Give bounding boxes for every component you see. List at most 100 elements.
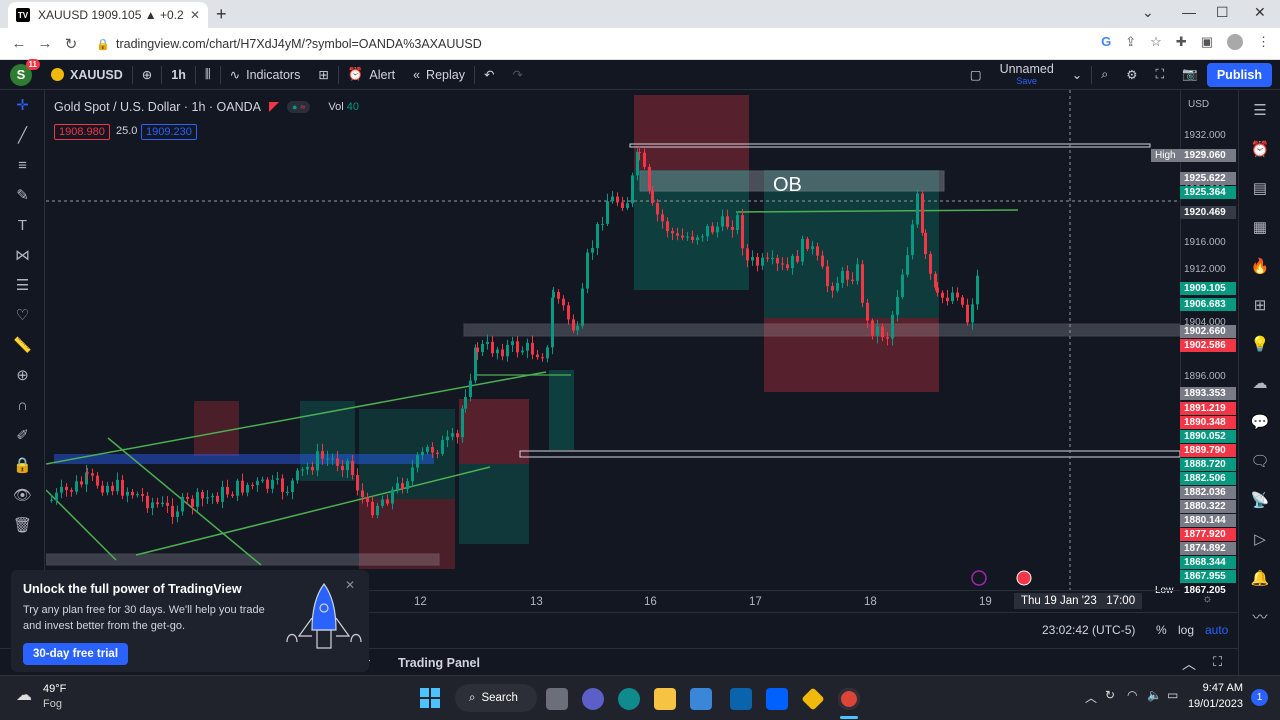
- browser-tab[interactable]: TV XAUUSD 1909.105 ▲ +0.24% Un ✕: [8, 2, 208, 28]
- maximize-icon[interactable]: ☐: [1216, 4, 1229, 21]
- weather-cloud-icon[interactable]: ☁: [16, 685, 32, 705]
- calendar-icon[interactable]: ▦: [1239, 207, 1280, 246]
- close-tab-icon[interactable]: ✕: [190, 8, 200, 22]
- trash-icon[interactable]: 🗑: [0, 510, 45, 540]
- dropbox-icon[interactable]: [766, 688, 788, 710]
- ruler-icon[interactable]: 📏: [0, 330, 45, 360]
- fullscreen-button[interactable]: ⛶: [1147, 60, 1174, 90]
- level-box[interactable]: [46, 553, 440, 566]
- wifi-icon[interactable]: ◠: [1127, 688, 1137, 702]
- currency-selector[interactable]: USD: [1188, 99, 1209, 110]
- signal-icon[interactable]: 📡: [1239, 480, 1280, 519]
- chrome-icon[interactable]: [838, 688, 860, 710]
- help-icon[interactable]: 〰: [1239, 597, 1280, 636]
- zoom-in-icon[interactable]: ⊕: [0, 360, 45, 390]
- back-icon[interactable]: ←: [6, 35, 32, 52]
- chat-icon[interactable]: [582, 688, 604, 710]
- brush-icon[interactable]: ✎: [0, 180, 45, 210]
- interval-button[interactable]: 1h: [162, 60, 195, 90]
- status-toggle[interactable]: ● ≈: [287, 101, 311, 113]
- chart-type-button[interactable]: ⫼: [196, 60, 220, 90]
- forward-icon[interactable]: →: [32, 35, 58, 52]
- log-scale-button[interactable]: log: [1178, 623, 1194, 637]
- axis-settings-icon[interactable]: ☼: [1202, 593, 1213, 605]
- heart-icon[interactable]: ♡: [0, 300, 45, 330]
- layout-menu-button[interactable]: ⌄: [1063, 60, 1091, 90]
- snapshot-button[interactable]: 📷: [1173, 60, 1207, 90]
- sync-icon[interactable]: ↻: [1105, 688, 1115, 702]
- layout-name-button[interactable]: Unnamed Save: [991, 60, 1063, 90]
- volume-legend[interactable]: Vol 40: [328, 101, 359, 113]
- data-window-icon[interactable]: ▤: [1239, 168, 1280, 207]
- watchlist-icon[interactable]: ☰: [1239, 90, 1280, 129]
- new-tab-icon[interactable]: +: [216, 4, 227, 25]
- profile-avatar[interactable]: [1227, 34, 1243, 50]
- notifications-bell-icon[interactable]: 🔔: [1239, 558, 1280, 597]
- share-icon[interactable]: ⇪: [1125, 34, 1136, 50]
- ask-price[interactable]: 1909.230: [141, 124, 197, 140]
- chevron-down-icon[interactable]: ⌄: [1142, 4, 1154, 21]
- hotlist-icon[interactable]: 🔥: [1239, 246, 1280, 285]
- trend-line-icon[interactable]: ╱: [0, 120, 45, 150]
- browser-menu-icon[interactable]: ⋮: [1257, 34, 1270, 50]
- symbol-title[interactable]: Gold Spot / U.S. Dollar · 1h · OANDA: [54, 100, 261, 114]
- binance-icon[interactable]: [801, 687, 825, 711]
- address-bar[interactable]: 🔒 tradingview.com/chart/H7XdJ4yM/?symbol…: [96, 32, 1086, 56]
- alert-button[interactable]: ⏰ Alert: [339, 60, 404, 90]
- pattern-icon[interactable]: ⋈: [0, 240, 45, 270]
- chevron-up-icon[interactable]: ︿: [1182, 654, 1196, 674]
- weather-temp[interactable]: 49°F: [43, 683, 66, 695]
- tray-chevron-icon[interactable]: ︿: [1085, 689, 1097, 706]
- mail-icon[interactable]: [730, 688, 752, 710]
- layout-toggle-button[interactable]: ▢: [961, 60, 991, 90]
- redo-button[interactable]: ↷: [503, 60, 531, 90]
- google-icon[interactable]: G: [1101, 34, 1111, 50]
- taskbar-search[interactable]: ⌕ Search: [455, 684, 537, 712]
- close-window-icon[interactable]: ✕: [1254, 4, 1266, 21]
- prediction-icon[interactable]: ☰: [0, 270, 45, 300]
- free-trial-button[interactable]: 30-day free trial: [23, 643, 129, 665]
- crosshair-icon[interactable]: ✛: [0, 90, 45, 120]
- edge-icon[interactable]: [618, 688, 640, 710]
- file-explorer-icon[interactable]: [654, 688, 676, 710]
- side-panel-icon[interactable]: ▣: [1201, 34, 1213, 50]
- event-lightning-icon[interactable]: [971, 570, 987, 586]
- screener-icon[interactable]: ⊞: [1239, 285, 1280, 324]
- streams-icon[interactable]: ☁: [1239, 363, 1280, 402]
- maximize-panel-icon[interactable]: ⛶: [1213, 654, 1222, 670]
- publish-button[interactable]: Publish: [1206, 62, 1272, 87]
- battery-icon[interactable]: ▭: [1167, 688, 1178, 702]
- replay-button[interactable]: « Replay: [404, 60, 474, 90]
- event-flag-icon[interactable]: [1016, 570, 1032, 586]
- extensions-icon[interactable]: ✚: [1176, 34, 1187, 50]
- volume-icon[interactable]: 🔈: [1147, 688, 1162, 702]
- compare-symbol-button[interactable]: ⊕: [133, 60, 161, 90]
- price-chart[interactable]: [46, 90, 1180, 590]
- store-icon[interactable]: [690, 688, 712, 710]
- search-button[interactable]: ⌕: [1092, 60, 1117, 90]
- level-box[interactable]: [519, 450, 1180, 458]
- symbol-search-button[interactable]: XAUUSD: [42, 60, 132, 90]
- magnet-icon[interactable]: ∩: [0, 390, 45, 420]
- clock[interactable]: 23:02:42 (UTC-5): [1042, 623, 1135, 637]
- user-avatar[interactable]: S 11: [10, 58, 40, 86]
- notification-center-icon[interactable]: 1: [1251, 689, 1268, 706]
- percent-scale-button[interactable]: %: [1156, 623, 1167, 637]
- bid-price[interactable]: 1908.980: [54, 124, 110, 140]
- trading-panel-tab[interactable]: Trading Panel: [398, 656, 480, 670]
- bookmark-star-icon[interactable]: ☆: [1150, 34, 1162, 50]
- play-icon[interactable]: ▷: [1239, 519, 1280, 558]
- task-view-icon[interactable]: [546, 688, 568, 710]
- messages-icon[interactable]: 🗨: [1239, 441, 1280, 480]
- start-icon[interactable]: [420, 688, 440, 708]
- undo-button[interactable]: ↶: [475, 60, 503, 90]
- lock-drawing-icon[interactable]: ✐: [0, 420, 45, 450]
- auto-scale-button[interactable]: auto: [1205, 623, 1228, 637]
- ideas-icon[interactable]: 💡: [1239, 324, 1280, 363]
- eye-icon[interactable]: 👁: [0, 480, 45, 510]
- templates-button[interactable]: ⊞: [309, 60, 337, 90]
- support-zone-box[interactable]: [463, 323, 1180, 337]
- clock-time[interactable]: 9:47 AM: [1191, 682, 1243, 694]
- settings-button[interactable]: ⚙: [1117, 60, 1146, 90]
- text-icon[interactable]: T: [0, 210, 45, 240]
